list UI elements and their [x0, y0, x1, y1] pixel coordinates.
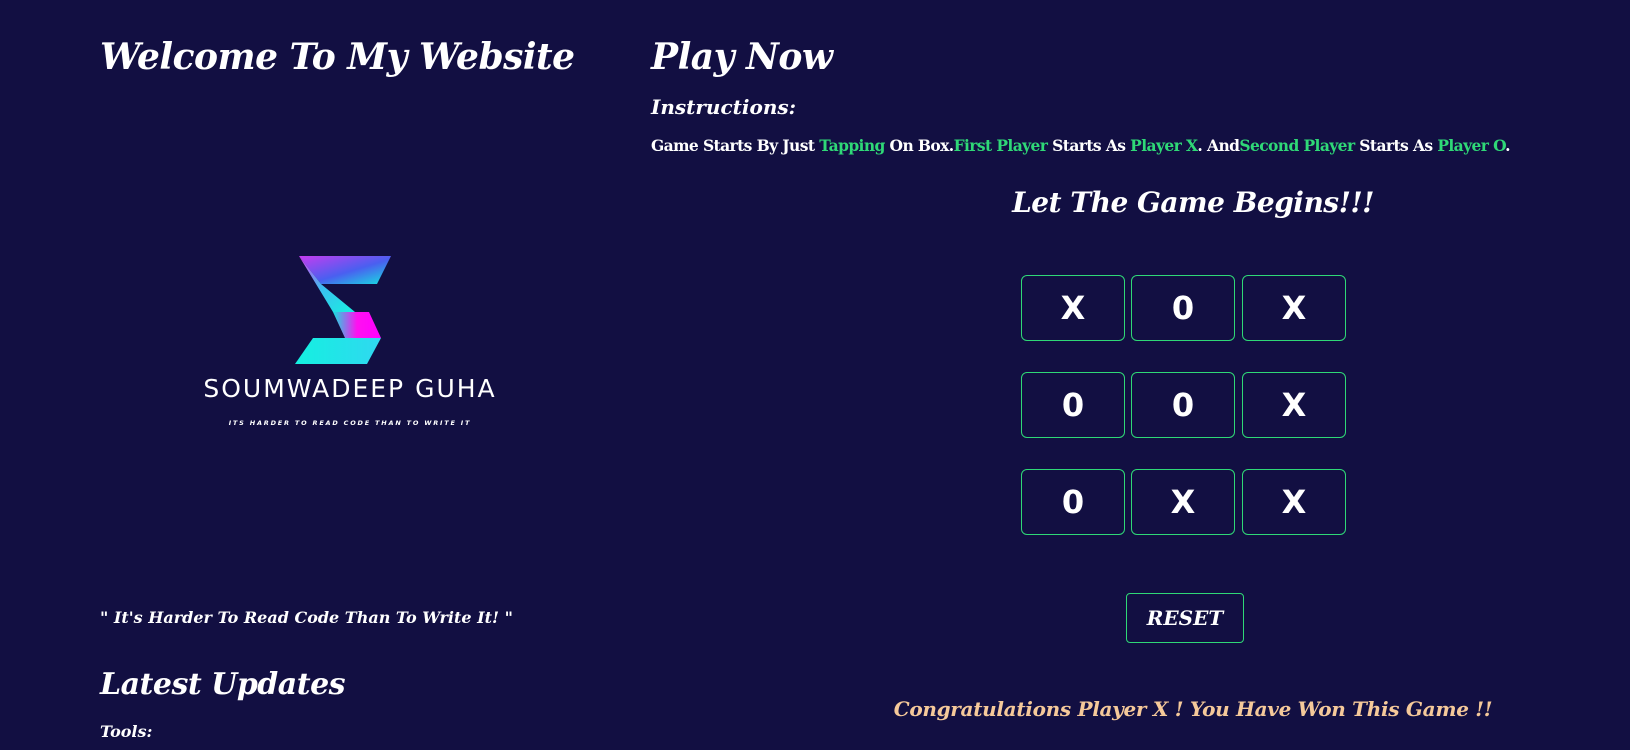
tools-label: Tools: [100, 722, 153, 741]
tic-tac-toe-board: X 0 X 0 0 X 0 X X [1021, 275, 1366, 541]
instructions-label: Instructions: [651, 95, 797, 119]
instructions-highlight: First Player [953, 136, 1048, 155]
s-logo-icon [295, 256, 391, 364]
instructions-part: Game Starts By Just [651, 136, 820, 155]
left-column: Welcome To My Website SOUMWADEEP GUHA IT… [100, 0, 600, 750]
logo-tagline: ITS HARDER TO READ CODE THAN TO WRITE IT [228, 419, 472, 427]
instructions-part: . [1505, 136, 1510, 155]
reset-button[interactable]: RESET [1126, 593, 1244, 643]
instructions-part: . And [1197, 136, 1240, 155]
instructions-text: Game Starts By Just Tapping On Box.First… [651, 136, 1510, 155]
site-title: Welcome To My Website [100, 36, 575, 78]
board-cell-1-2[interactable]: 0 [1131, 275, 1235, 341]
play-now-title: Play Now [651, 36, 833, 78]
board-cell-2-2[interactable]: 0 [1131, 372, 1235, 438]
board-cell-2-1[interactable]: 0 [1021, 372, 1125, 438]
board-cell-3-2[interactable]: X [1131, 469, 1235, 535]
brand-logo: SOUMWADEEP GUHA ITS HARDER TO READ CODE … [170, 250, 530, 430]
instructions-highlight: Player O [1437, 136, 1506, 155]
instructions-highlight: Second Player [1239, 136, 1355, 155]
game-heading: Let The Game Begins!!! [1012, 186, 1374, 219]
latest-updates-title: Latest Updates [100, 667, 346, 702]
instructions-part: On Box. [884, 136, 955, 155]
game-section: Play Now Instructions: Game Starts By Ju… [651, 0, 1611, 750]
win-message: Congratulations Player X ! You Have Won … [893, 697, 1493, 721]
board-cell-1-1[interactable]: X [1021, 275, 1125, 341]
quote-text: " It's Harder To Read Code Than To Write… [100, 608, 513, 627]
logo-name: SOUMWADEEP GUHA [203, 374, 497, 403]
board-cell-3-3[interactable]: X [1242, 469, 1346, 535]
instructions-part: Starts As [1354, 136, 1438, 155]
board-cell-3-1[interactable]: 0 [1021, 469, 1125, 535]
instructions-highlight: Player X [1130, 136, 1198, 155]
board-cell-1-3[interactable]: X [1242, 275, 1346, 341]
instructions-part: Starts As [1047, 136, 1131, 155]
board-cell-2-3[interactable]: X [1242, 372, 1346, 438]
instructions-highlight: Tapping [819, 136, 885, 155]
